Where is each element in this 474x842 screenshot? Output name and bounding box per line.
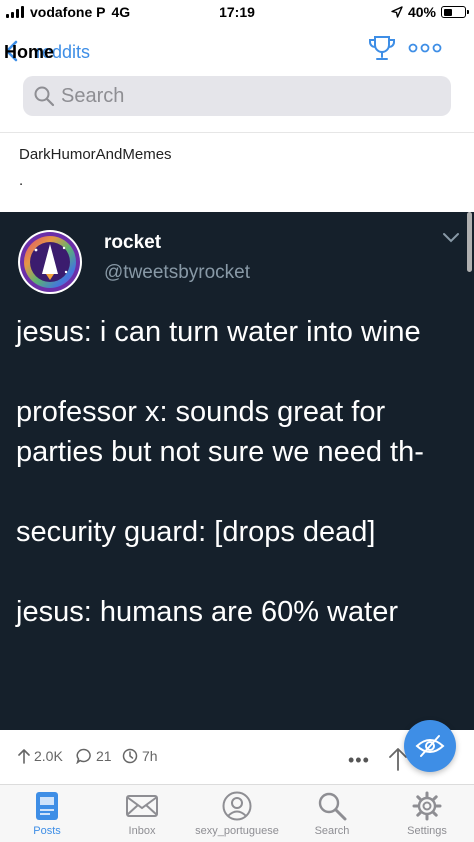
post-actions: 2.0K 21 7h ••• bbox=[0, 738, 474, 782]
tab-settings[interactable]: Settings bbox=[380, 789, 474, 837]
home-label: Home bbox=[4, 42, 55, 62]
battery-icon bbox=[441, 6, 469, 18]
battery-percent: 40% bbox=[407, 4, 436, 20]
tab-label: Search bbox=[314, 825, 350, 837]
tab-posts[interactable]: Posts bbox=[0, 789, 94, 837]
tweet-line: security guard: [drops dead] bbox=[16, 516, 376, 548]
posts-icon bbox=[36, 792, 58, 820]
comment-count[interactable]: 21 bbox=[76, 748, 112, 764]
tab-search[interactable]: Search bbox=[285, 789, 379, 837]
search-icon bbox=[34, 86, 55, 107]
tab-label: Settings bbox=[407, 825, 447, 837]
tab-label: sexy_portuguese bbox=[195, 825, 279, 837]
tab-account[interactable]: sexy_portuguese bbox=[190, 789, 284, 837]
tweet-line: jesus: humans are 60% water bbox=[16, 596, 399, 628]
arrow-up-icon bbox=[18, 749, 30, 764]
settings-icon bbox=[412, 791, 442, 821]
hide-post-button[interactable] bbox=[404, 720, 456, 772]
more-actions-icon[interactable]: ••• bbox=[348, 750, 370, 771]
nav-bar: reddits Home bbox=[0, 30, 474, 66]
tweet-author-handle: @tweetsbyrocket bbox=[104, 262, 251, 283]
divider bbox=[0, 132, 474, 133]
trophy-icon[interactable] bbox=[366, 32, 398, 64]
comment-icon bbox=[76, 748, 91, 764]
chevron-down-icon bbox=[443, 233, 459, 243]
avatar bbox=[18, 230, 82, 294]
tab-label: Posts bbox=[33, 825, 61, 837]
inbox-icon bbox=[126, 795, 158, 817]
search-icon bbox=[318, 792, 347, 821]
tab-inbox[interactable]: Inbox bbox=[95, 789, 189, 837]
status-bar: vodafone P 4G 17:19 40% bbox=[0, 0, 474, 24]
tweet-author-name: rocket bbox=[104, 232, 162, 253]
post-age: 7h bbox=[122, 748, 158, 764]
tab-bar: Posts Inbox sexy_portuguese Search Setti… bbox=[0, 784, 474, 842]
search-input[interactable]: Search bbox=[23, 76, 451, 116]
clock-icon bbox=[122, 748, 138, 764]
location-icon bbox=[391, 6, 403, 18]
subreddit-name[interactable]: DarkHumorAndMemes bbox=[19, 146, 172, 163]
post-image[interactable]: rocket @tweetsbyrocket jesus: i can turn… bbox=[0, 212, 474, 730]
post-title[interactable]: . bbox=[19, 172, 23, 189]
upvote-count[interactable]: 2.0K bbox=[18, 748, 63, 764]
account-icon bbox=[222, 791, 252, 821]
tab-label: Inbox bbox=[128, 825, 156, 837]
tweet-text: jesus: i can turn water into wine profes… bbox=[16, 312, 456, 632]
search-placeholder: Search bbox=[61, 84, 125, 107]
more-options-icon[interactable] bbox=[408, 38, 442, 58]
tweet-line: jesus: i can turn water into wine bbox=[16, 316, 421, 348]
eye-slash-icon bbox=[415, 735, 445, 757]
tweet-line: professor x: sounds great for parties bu… bbox=[16, 396, 424, 468]
scrollbar[interactable] bbox=[467, 212, 472, 272]
